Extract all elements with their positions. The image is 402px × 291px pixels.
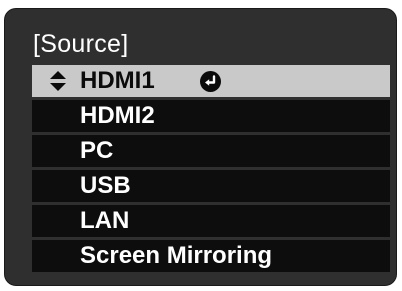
menu-item-label: HDMI2 <box>80 102 155 129</box>
menu-item-hdmi2[interactable]: HDMI2 <box>32 100 390 132</box>
menu-item-label: HDMI1 <box>80 67 155 94</box>
menu-item-label: LAN <box>80 207 130 234</box>
dialog-title: [Source] <box>33 30 129 58</box>
menu-item-usb[interactable]: USB <box>32 170 390 202</box>
enter-return-icon <box>200 71 221 92</box>
menu-item-label: Screen Mirroring <box>80 242 273 269</box>
menu-item-screen-mirroring[interactable]: Screen Mirroring <box>32 240 390 272</box>
up-down-arrow-icon <box>50 71 66 91</box>
menu-item-label: USB <box>80 172 131 199</box>
menu-item-lan[interactable]: LAN <box>32 205 390 237</box>
source-menu: HDMI1 HDMI2 PC USB LAN Screen Mirroring <box>32 65 390 272</box>
menu-item-pc[interactable]: PC <box>32 135 390 167</box>
menu-item-label: PC <box>80 137 114 164</box>
source-dialog: [Source] HDMI1 HDMI2 PC USB LAN Screen M… <box>4 8 397 286</box>
menu-item-hdmi1[interactable]: HDMI1 <box>32 65 390 97</box>
